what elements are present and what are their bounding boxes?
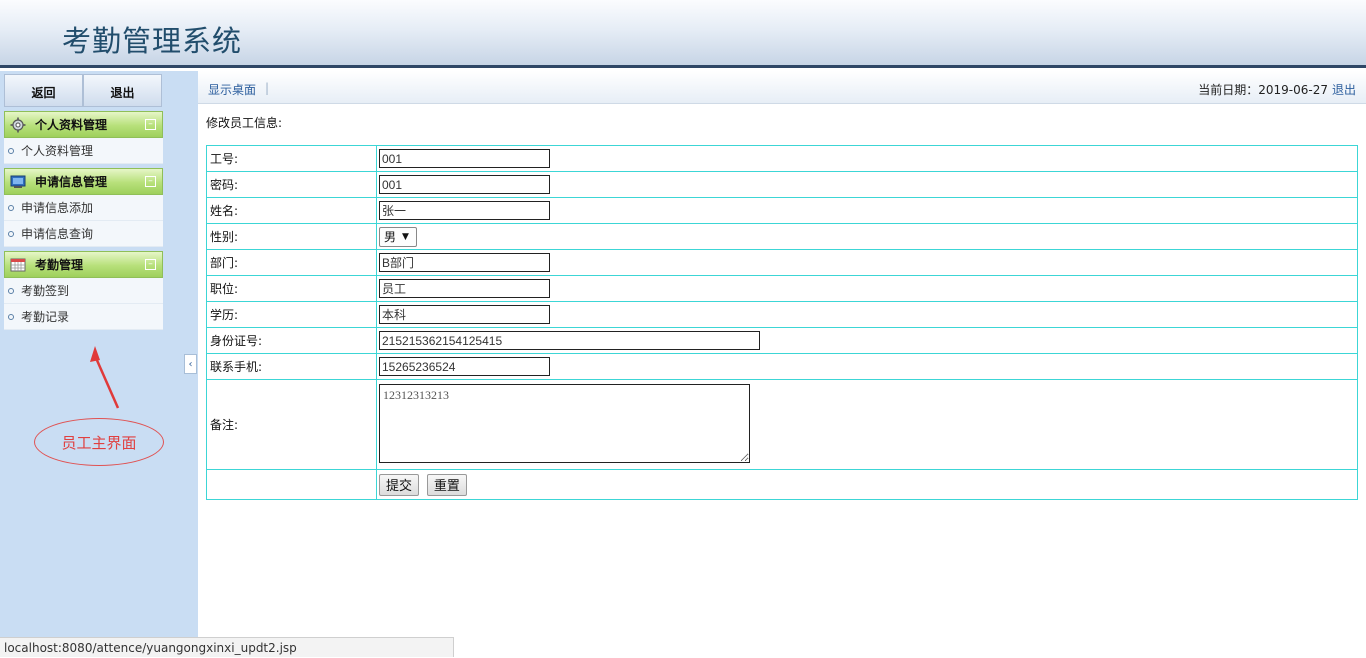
group-label: 考勤管理	[35, 258, 84, 272]
current-date: 当前日期：2019-06-27	[1198, 83, 1328, 97]
field-label: 职位:	[206, 275, 377, 302]
form-row: 姓名:	[206, 197, 1358, 224]
sidebar-item-label: 考勤记录	[21, 310, 70, 324]
bullet-icon	[8, 204, 14, 211]
employee-edit-form: 工号: 密码: 姓名: 性别: 男▼ 部门: 职位: 学历: 身份证号:	[206, 145, 1358, 500]
divider: |	[265, 81, 270, 95]
form-row: 部门:	[206, 249, 1358, 276]
logout-link[interactable]: 退出	[1332, 81, 1356, 98]
field-label: 身份证号:	[206, 327, 377, 354]
annotation-label: 员工主界面	[34, 418, 164, 466]
sidebar-toggle-button[interactable]: ‹	[184, 354, 197, 374]
calendar-icon	[9, 257, 27, 273]
gear-icon	[9, 117, 27, 133]
monitor-icon	[9, 174, 27, 190]
show-desktop-link[interactable]: 显示桌面	[208, 81, 256, 98]
sidebar-item-checkin[interactable]: 考勤签到	[4, 278, 163, 304]
back-button[interactable]: 返回	[4, 74, 83, 107]
sidebar-button-bar: 返回 退出	[4, 74, 162, 107]
bullet-icon	[8, 313, 14, 320]
field-label: 工号:	[206, 145, 377, 172]
main-content: 修改员工信息: 工号: 密码: 姓名: 性别: 男▼ 部门: 职位: 学历:	[198, 104, 1366, 634]
annotation-text: 员工主界面	[61, 433, 137, 452]
form-row: 性别: 男 ▼	[206, 223, 1358, 250]
sidebar-item-application-query[interactable]: 申请信息查询	[4, 221, 163, 247]
field-label: 联系手机:	[206, 353, 377, 380]
bullet-icon	[8, 230, 14, 237]
sidebar-item-application-add[interactable]: 申请信息添加	[4, 195, 163, 221]
sidebar-item-profile[interactable]: 个人资料管理	[4, 138, 163, 164]
sidebar-item-attendance-records[interactable]: 考勤记录	[4, 304, 163, 330]
form-row: 工号:	[206, 145, 1358, 172]
sidebar-item-label: 考勤签到	[21, 284, 70, 298]
department-field[interactable]	[379, 253, 550, 272]
id-card-field[interactable]	[379, 331, 760, 350]
password-field[interactable]	[379, 175, 550, 194]
sidebar-menu: 个人资料管理 – 个人资料管理 申请信息管理 – 申请信息添加 申请信息查询 考…	[4, 111, 163, 330]
status-url: localhost:8080/attence/yuangongxinxi_upd…	[4, 641, 297, 655]
phone-field[interactable]	[379, 357, 550, 376]
group-label: 个人资料管理	[35, 118, 108, 132]
form-row: 提交 重置	[206, 469, 1358, 500]
annotation-arrow	[90, 346, 120, 409]
education-field[interactable]	[379, 305, 550, 324]
app-header: 考勤管理系统	[0, 0, 1366, 68]
group-header-profile[interactable]: 个人资料管理 –	[4, 111, 163, 138]
name-field[interactable]	[379, 201, 550, 220]
form-row: 备注: 12312313213	[206, 379, 1358, 470]
form-row: 学历:	[206, 301, 1358, 328]
gender-select-value: 男	[384, 230, 397, 244]
exit-button[interactable]: 退出	[83, 74, 162, 107]
gender-select[interactable]: 男 ▼	[379, 226, 417, 247]
field-label: 学历:	[206, 301, 377, 328]
group-header-application[interactable]: 申请信息管理 –	[4, 168, 163, 195]
dropdown-arrow-icon: ▼	[402, 231, 409, 242]
form-row: 职位:	[206, 275, 1358, 302]
bullet-icon	[8, 147, 14, 154]
collapse-icon[interactable]: –	[145, 259, 156, 270]
field-label: 姓名:	[206, 197, 377, 224]
employee-id-field[interactable]	[379, 149, 550, 168]
sidebar-item-label: 个人资料管理	[21, 144, 94, 158]
app-title: 考勤管理系统	[62, 24, 243, 58]
browser-status-bar: localhost:8080/attence/yuangongxinxi_upd…	[0, 637, 454, 657]
field-label: 部门:	[206, 249, 377, 276]
form-row: 联系手机:	[206, 353, 1358, 380]
form-title: 修改员工信息:	[206, 116, 283, 130]
remark-textarea[interactable]: 12312313213	[379, 384, 750, 463]
sidebar-item-label: 申请信息添加	[21, 201, 94, 215]
form-row: 密码:	[206, 171, 1358, 198]
group-label: 申请信息管理	[35, 175, 108, 189]
field-label: 密码:	[206, 171, 377, 198]
form-row: 身份证号:	[206, 327, 1358, 354]
field-label: 性别:	[206, 223, 377, 250]
collapse-icon[interactable]: –	[145, 119, 156, 130]
field-label: 备注:	[206, 379, 377, 470]
position-field[interactable]	[379, 279, 550, 298]
collapse-icon[interactable]: –	[145, 176, 156, 187]
group-header-attendance[interactable]: 考勤管理 –	[4, 251, 163, 278]
sidebar-item-label: 申请信息查询	[21, 227, 94, 241]
submit-button[interactable]: 提交	[379, 473, 420, 496]
chevron-left-icon: ‹	[188, 358, 193, 370]
reset-button[interactable]: 重置	[426, 473, 467, 496]
bullet-icon	[8, 287, 14, 294]
content-topbar: 显示桌面 | 当前日期：2019-06-27 退出	[198, 71, 1366, 104]
